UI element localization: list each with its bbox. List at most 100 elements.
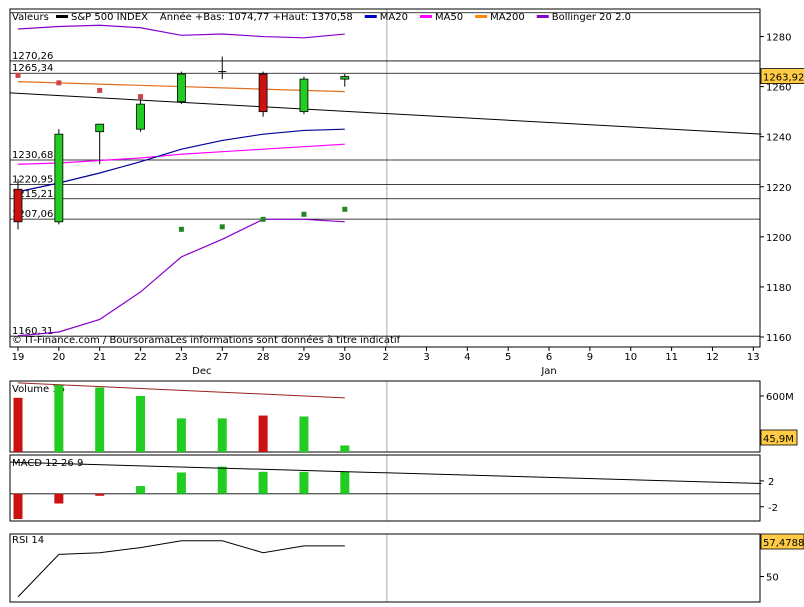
volume-average-line — [17, 382, 345, 399]
x-axis-month-label: Dec — [192, 366, 211, 377]
sar-marker — [138, 94, 144, 100]
candle-body — [54, 133, 64, 223]
price-panel: 1270,261265,341230,681220,951215,211207,… — [9, 12, 804, 346]
macd-histogram-bar — [95, 493, 105, 496]
rsi-panel: RSI 14 50 57,4788 — [12, 533, 804, 598]
volume-panel: Volume 15600M200M45,9M — [12, 382, 798, 452]
price-level-label: 1230,68 — [12, 150, 53, 161]
x-axis-tick-label: 28 — [257, 352, 270, 363]
legend-item-label: S&P 500 INDEX — [71, 12, 148, 23]
macd-signal-line — [9, 461, 762, 484]
legend-label: Valeurs — [12, 12, 49, 23]
volume-bar — [258, 415, 268, 452]
price-frame — [9, 8, 761, 348]
price-level-label: 1270,26 — [12, 51, 53, 62]
candle-body — [176, 73, 186, 103]
x-axis-tick-label: 4 — [464, 352, 470, 363]
legend-swatch — [536, 15, 549, 18]
x-axis-tick-label: 19 — [12, 352, 25, 363]
candle-body — [340, 76, 350, 80]
legend-item-label: Bollinger 20 2.0 — [552, 12, 631, 23]
stock-chart: 1270,261265,341230,681220,951215,211207,… — [9, 8, 804, 603]
x-axis-tick-label: 20 — [52, 352, 65, 363]
volume-bar — [176, 418, 186, 452]
volume-bar — [136, 395, 146, 452]
ma50-line — [17, 143, 345, 165]
legend-swatch — [419, 15, 432, 18]
macd-histogram-bar — [340, 471, 350, 494]
x-axis-tick-label: 10 — [624, 352, 637, 363]
x-axis-month-label: Jan — [540, 366, 556, 377]
bollinger-upper-line — [17, 24, 345, 39]
x-axis-tick-label: 6 — [546, 352, 552, 363]
sar-marker — [56, 80, 62, 86]
volume-frame — [9, 380, 761, 453]
legend-swatch — [56, 15, 68, 18]
ma20-line — [17, 128, 345, 193]
x-axis-tick-label: 29 — [298, 352, 311, 363]
price-y-tick-label: 1240 — [766, 133, 791, 144]
price-y-tick-label: 1200 — [766, 233, 791, 244]
x-axis-tick-label: 27 — [216, 352, 229, 363]
macd-histogram-bar — [217, 466, 227, 494]
price-current-value: 1263,92 — [763, 73, 804, 84]
price-y-tick-label: 1220 — [766, 183, 791, 194]
pane-frames — [9, 8, 761, 603]
price-y-tick-label: 1160 — [766, 333, 791, 344]
candle-body — [95, 123, 105, 133]
x-axis-tick-label: 9 — [587, 352, 593, 363]
volume-bar — [299, 416, 309, 452]
price-y-tick-label: 1180 — [766, 283, 791, 294]
sar-marker — [260, 216, 266, 222]
legend-item-label: MA20 — [380, 12, 408, 23]
macd-histogram-bar — [258, 471, 268, 494]
candle-body — [258, 73, 268, 113]
rsi-line — [17, 540, 345, 598]
x-axis-tick-label: 23 — [175, 352, 188, 363]
sar-marker — [178, 226, 184, 232]
macd-histogram-bar — [54, 493, 64, 504]
sar-marker — [301, 211, 307, 217]
x-axis: 19 20 21 22 23 27 28 29 30 2 3 4 5 6 9 10 11 12 13Dec Jan — [12, 347, 760, 377]
price-y-tick-label: 1280 — [766, 33, 791, 44]
sar-marker — [97, 87, 103, 93]
sar-marker — [15, 72, 21, 78]
legend-item-label: MA200 — [490, 12, 525, 23]
sar-marker — [219, 224, 225, 230]
macd-histogram-bar — [299, 471, 309, 494]
legend-swatch — [475, 15, 488, 18]
volume-bar — [340, 445, 350, 452]
price-y-tick-label: 1260 — [766, 83, 791, 94]
price-credit-text: © IT-Finance.com / BoursoramaLes informa… — [12, 334, 401, 346]
macd-y-tick-label: -2 — [768, 503, 778, 514]
bollinger-lower-line — [17, 218, 345, 337]
volume-bar — [13, 397, 23, 452]
macd-histogram-bar — [13, 493, 23, 520]
x-axis-tick-label: 13 — [747, 352, 760, 363]
legend-swatch — [364, 15, 377, 18]
volume-bar — [95, 387, 105, 452]
candle-body — [299, 78, 309, 113]
x-axis-tick-label: 22 — [134, 352, 147, 363]
rsi-y-tick-label: 50 — [766, 573, 779, 584]
volume-current-value: 45,9M — [763, 434, 794, 445]
volume-bar — [54, 384, 64, 452]
price-trend-line — [9, 92, 762, 135]
x-axis-tick-label: 5 — [505, 352, 511, 363]
price-level-label: 1265,34 — [12, 63, 53, 74]
x-axis-tick-label: 30 — [338, 352, 351, 363]
x-axis-tick-label: 3 — [423, 352, 429, 363]
candle-body — [136, 103, 145, 130]
x-axis-tick-label: 12 — [706, 352, 719, 363]
macd-y-tick-label: 2 — [768, 477, 774, 488]
rsi-current-value: 57,4788 — [763, 538, 804, 549]
macd-histogram-bar — [176, 472, 186, 494]
rsi-title: RSI 14 — [12, 535, 44, 546]
x-axis-tick-label: 11 — [665, 352, 678, 363]
legend-item-label: MA50 — [435, 12, 463, 23]
macd-panel: MACD 12 26 92-2 — [9, 458, 778, 520]
x-axis-tick-label: 2 — [382, 352, 388, 363]
sar-marker — [342, 206, 348, 212]
volume-bar — [217, 418, 227, 452]
rsi-frame — [9, 533, 761, 603]
